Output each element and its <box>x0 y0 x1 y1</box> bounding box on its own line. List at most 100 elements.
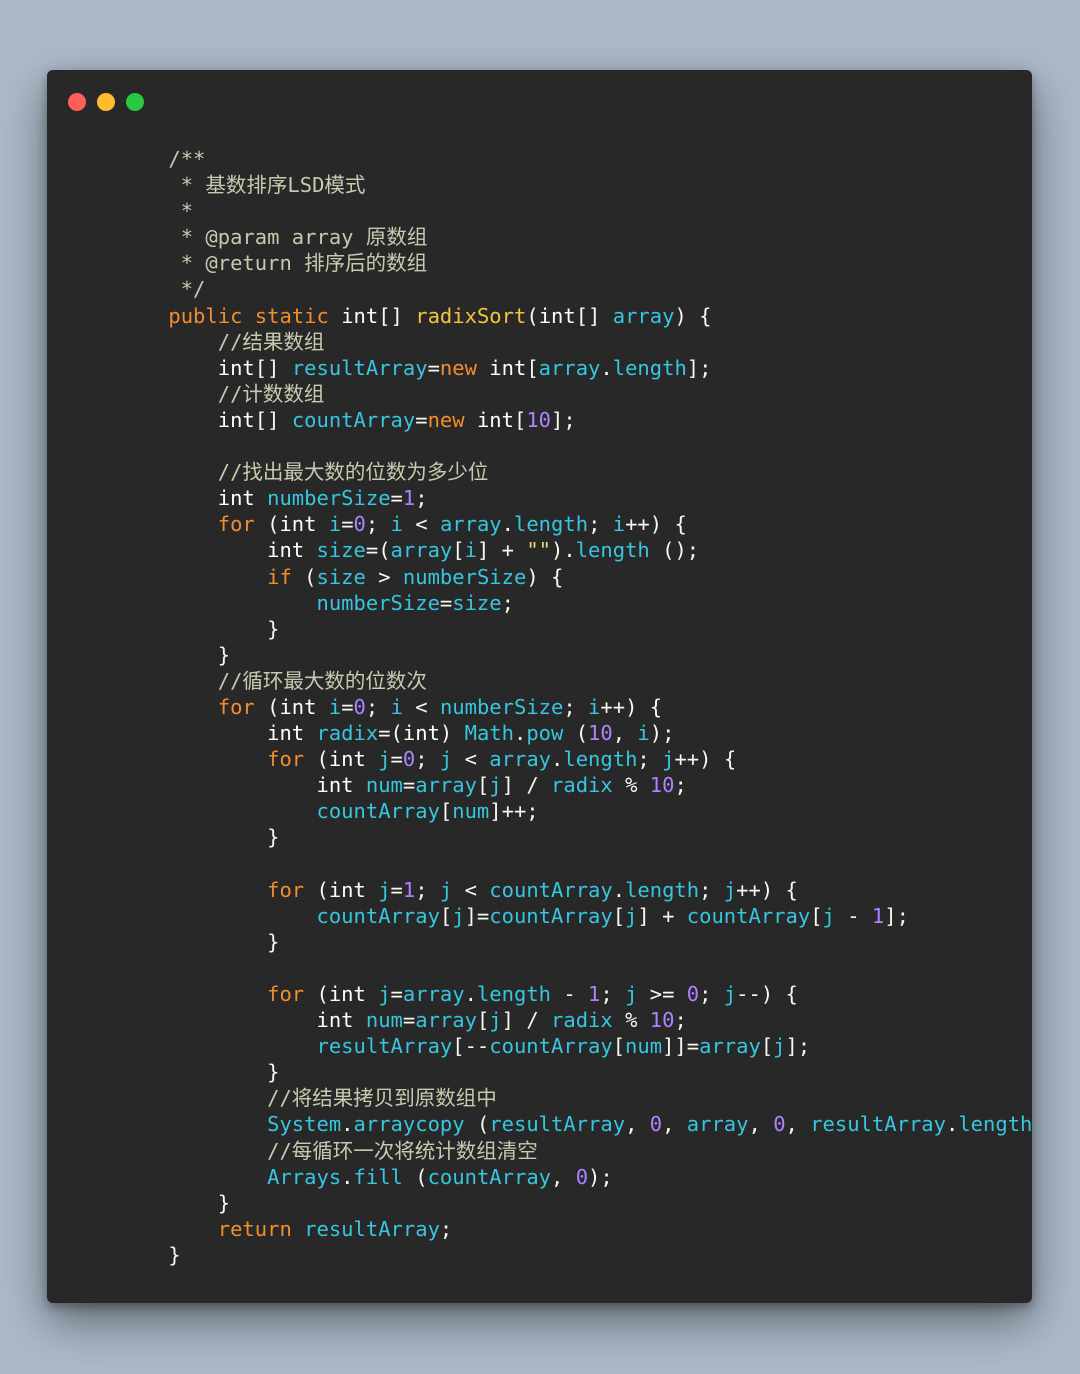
code-token-punctuation: ); <box>588 1164 613 1189</box>
code-token-number: 1 <box>588 982 601 1006</box>
code-token-punctuation: [ <box>439 799 453 824</box>
code-token-punctuation: < <box>402 694 440 719</box>
code-token-punctuation: --) { <box>736 982 798 1006</box>
code-token-identifier: j <box>822 903 835 928</box>
code-token-comment: //计数数组 <box>119 381 325 406</box>
code-token-identifier: i <box>464 538 477 563</box>
code-token-number: 0 <box>773 1112 786 1137</box>
code-token-punctuation: ++) { <box>674 747 737 772</box>
code-token-punctuation <box>119 982 267 1006</box>
code-token-identifier: i <box>390 512 403 537</box>
code-token-punctuation: ; <box>588 512 613 537</box>
code-token-punctuation: = <box>390 486 403 511</box>
code-token-punctuation: . <box>341 1164 354 1189</box>
code-token-punctuation: [ <box>476 773 490 798</box>
code-line: int num=array[j] / radix % 10; <box>119 1007 1032 1033</box>
code-token-identifier: j <box>378 747 391 772</box>
code-token-punctuation: ( <box>304 877 329 902</box>
code-token-number: 10 <box>588 721 613 746</box>
code-line: int radix=(int) Math.pow (10, i); <box>119 720 1032 746</box>
code-token-function: radixSort <box>415 303 527 328</box>
code-token-punctuation <box>119 304 168 328</box>
code-token-punctuation: >= <box>637 982 687 1006</box>
code-token-punctuation: ; <box>699 877 724 902</box>
code-token-type: int <box>328 877 366 902</box>
code-token-identifier: j <box>378 877 391 902</box>
code-token-comment: */ <box>119 277 206 302</box>
code-line: for (int i=0; i < array.length; i++) { <box>119 511 1032 537</box>
code-line: for (int i=0; i < numberSize; i++) { <box>119 694 1032 720</box>
code-token-identifier: countArray <box>489 877 613 902</box>
code-line: if (size > numberSize) { <box>119 564 1032 590</box>
code-token-identifier: array <box>390 538 453 563</box>
code-token-punctuation: ); <box>649 721 675 746</box>
code-token-identifier: j <box>625 903 638 928</box>
code-token-identifier: resultArray <box>291 355 428 380</box>
code-token-identifier: countArray <box>427 1164 551 1189</box>
code-line: int[] countArray=new int[10]; <box>119 407 1032 433</box>
code-line: ​ <box>119 851 1032 877</box>
code-token-punctuation: = <box>415 407 428 432</box>
code-line: ​ <box>119 955 1032 981</box>
code-token-punctuation: ; <box>415 747 440 772</box>
code-line: //将结果拷贝到原数组中 <box>119 1085 1032 1111</box>
code-token-punctuation: [ <box>612 903 626 928</box>
code-line: numberSize=size; <box>119 590 1032 616</box>
code-token-identifier: num <box>625 1034 663 1059</box>
code-token-identifier: countArray <box>686 903 811 928</box>
code-token-identifier: System <box>267 1112 342 1137</box>
code-token-punctuation: } <box>119 642 231 667</box>
code-token-comment: //循环最大数的位数次 <box>119 668 427 693</box>
minimize-button[interactable] <box>97 93 115 111</box>
code-token-punctuation: ). <box>551 538 576 563</box>
code-line: for (int j=0; j < array.length; j++) { <box>119 746 1032 772</box>
code-token-punctuation: ( <box>526 303 539 328</box>
code-token-type: int <box>341 303 379 328</box>
code-token-punctuation: [ <box>760 1034 774 1059</box>
maximize-button[interactable] <box>126 93 144 111</box>
code-token-punctuation: = <box>402 1008 416 1033</box>
close-button[interactable] <box>68 93 86 111</box>
code-token-punctuation: [ <box>439 903 453 928</box>
code-line: * 基数排序LSD模式 <box>119 172 1032 198</box>
code-token-identifier: size <box>452 590 502 615</box>
code-token-number: 10 <box>649 1008 675 1033</box>
code-line: int numberSize=1; <box>119 485 1032 511</box>
code-token-punctuation: ) { <box>526 564 564 589</box>
code-token-punctuation: . <box>513 721 527 746</box>
code-token-punctuation: ] / <box>501 1008 552 1033</box>
code-token-punctuation: } <box>119 825 280 850</box>
code-token-punctuation: ( <box>254 512 280 537</box>
code-token-punctuation <box>119 1165 267 1189</box>
code-token-punctuation: } <box>119 1190 231 1215</box>
code-token-type: int <box>279 694 317 719</box>
code-token-punctuation: < <box>402 512 440 537</box>
code-token-identifier: radix <box>551 1008 613 1033</box>
code-token-punctuation: ] + <box>476 538 527 563</box>
code-token-identifier: array <box>402 982 465 1006</box>
code-token-identifier: j <box>662 747 675 772</box>
code-token-keyword: static <box>254 303 329 328</box>
code-token-type: int <box>267 538 305 563</box>
code-token-identifier: array <box>699 1034 761 1059</box>
code-token-identifier: countArray <box>291 407 416 432</box>
code-token-number: 1 <box>402 486 416 511</box>
code-token-punctuation: ; <box>501 590 514 615</box>
code-token-identifier: arraycopy <box>353 1112 465 1137</box>
code-token-identifier: size <box>316 538 366 563</box>
code-token-punctuation: , <box>662 1112 687 1137</box>
code-token-identifier: countArray <box>489 1034 613 1059</box>
code-token-type: int <box>217 486 255 511</box>
code-token-punctuation: ; <box>563 694 589 719</box>
code-token-punctuation: = <box>402 773 416 798</box>
code-token-punctuation: . <box>341 1112 354 1137</box>
code-token-punctuation: ( <box>304 747 329 772</box>
code-token-punctuation: [ <box>513 407 527 432</box>
code-token-punctuation: } <box>119 616 280 641</box>
code-token-punctuation: (); <box>649 538 700 563</box>
code-token-identifier: Arrays <box>267 1164 342 1189</box>
code-token-punctuation: = <box>341 512 354 537</box>
code-token-identifier: length <box>625 877 700 902</box>
code-token-punctuation: ) { <box>674 303 712 328</box>
code-token-punctuation: [] <box>378 303 416 328</box>
